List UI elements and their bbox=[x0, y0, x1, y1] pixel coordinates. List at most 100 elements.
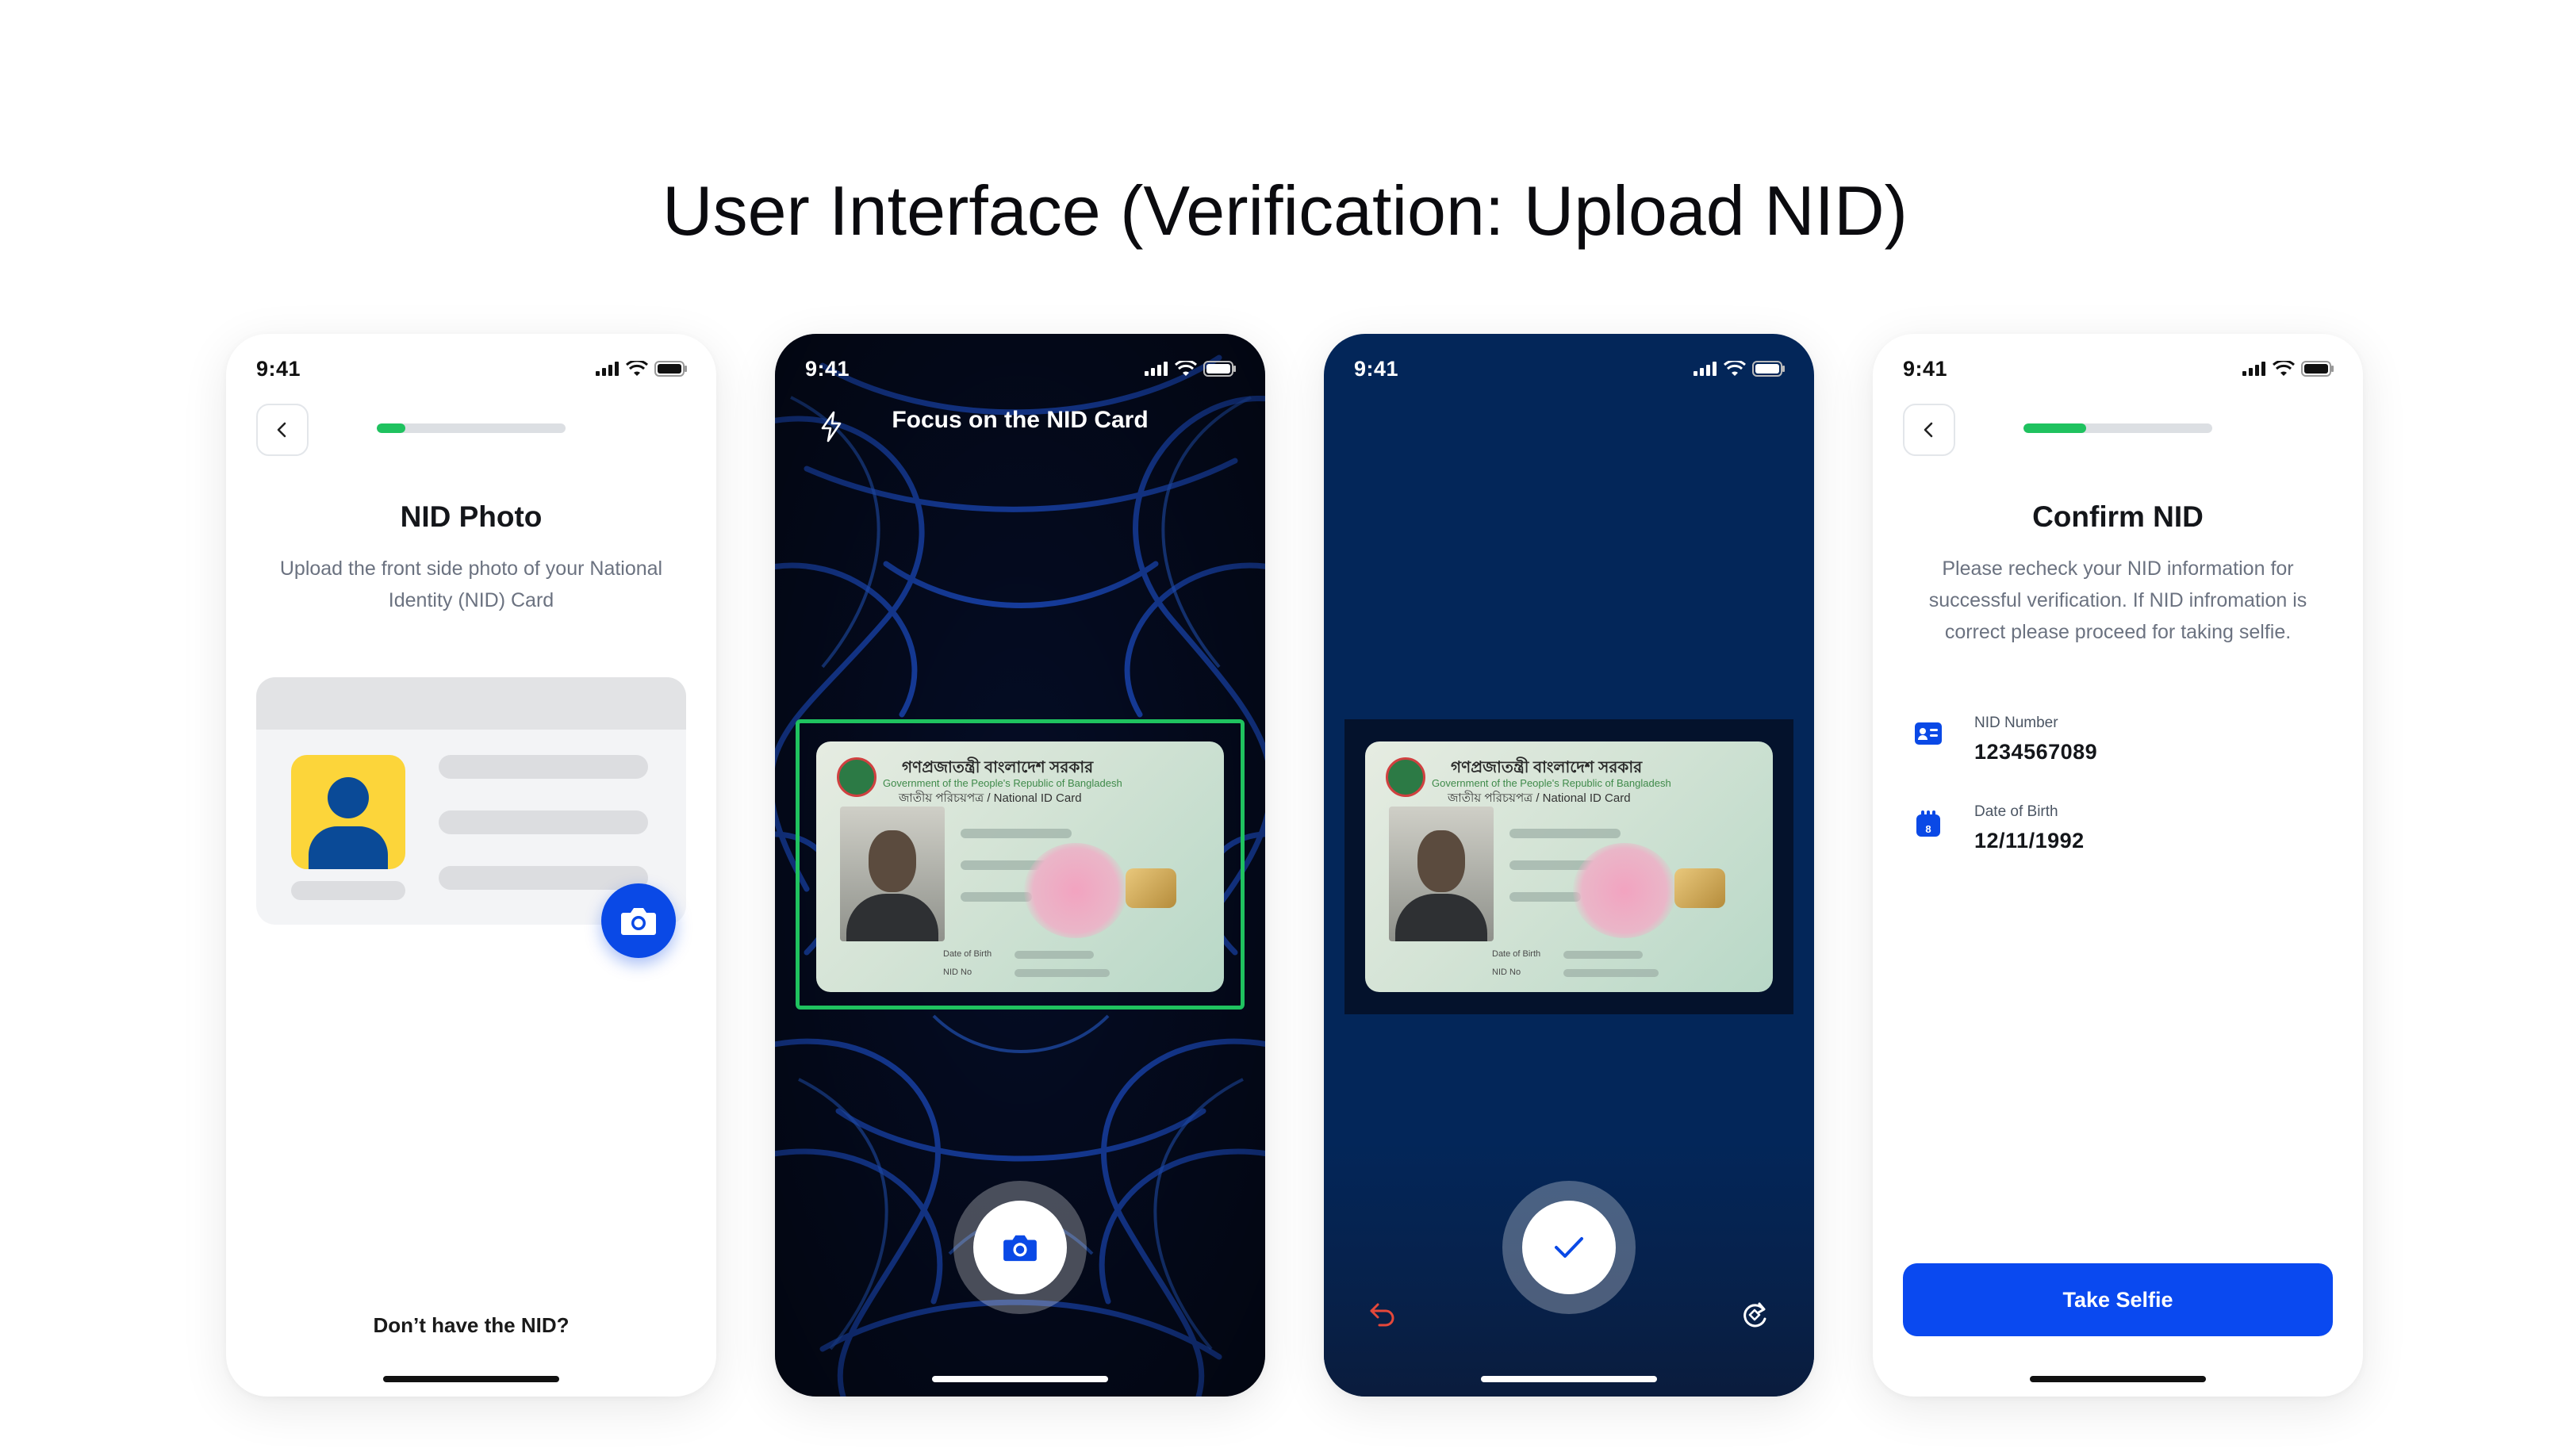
battery-icon bbox=[654, 361, 687, 377]
id-card-icon bbox=[1915, 722, 1942, 745]
nid-number-block: NID Number 1234567089 bbox=[1974, 715, 2097, 764]
seal-icon bbox=[1386, 757, 1425, 797]
confirm-button[interactable] bbox=[1502, 1181, 1636, 1314]
battery-icon bbox=[1752, 361, 1785, 377]
wifi-icon bbox=[626, 361, 648, 376]
dob-label: Date of Birth bbox=[943, 949, 992, 959]
signal-icon bbox=[2242, 362, 2265, 376]
battery-icon bbox=[2301, 361, 2334, 377]
nid-no-label: NID No bbox=[943, 967, 972, 977]
face-shape bbox=[869, 830, 916, 892]
watermark bbox=[1573, 843, 1676, 938]
nid-photo bbox=[840, 807, 945, 941]
nid-number-value: 1234567089 bbox=[1974, 740, 2098, 764]
dob-row: 8 Date of Birth 12/11/1992 bbox=[1914, 803, 2331, 853]
no-nid-link[interactable]: Don’t have the NID? bbox=[226, 1313, 716, 1338]
status-bar: 9:41 bbox=[256, 353, 688, 385]
status-icons bbox=[596, 361, 688, 377]
rotate-icon[interactable] bbox=[1740, 1300, 1770, 1330]
home-indicator bbox=[2030, 1376, 2206, 1382]
wifi-icon bbox=[1175, 361, 1197, 376]
check-icon bbox=[1555, 1237, 1583, 1258]
blurred-text bbox=[961, 892, 1032, 902]
calendar-icon: 8 bbox=[1916, 810, 1940, 837]
home-indicator bbox=[383, 1376, 559, 1382]
progress-bar bbox=[377, 423, 566, 433]
phone-screen-confirm-nid: 9:41 Confirm NID Please recheck your NID… bbox=[1873, 334, 2363, 1397]
dob-block: Date of Birth 12/11/1992 bbox=[1974, 803, 2085, 853]
progress-fill bbox=[377, 423, 405, 433]
upload-photo-button[interactable] bbox=[601, 883, 676, 958]
blurred-text bbox=[1015, 969, 1110, 977]
chip-icon bbox=[1674, 868, 1725, 908]
status-bar: 9:41 bbox=[1903, 353, 2334, 385]
back-button[interactable] bbox=[1903, 404, 1955, 456]
nid-no-label: NID No bbox=[1492, 967, 1521, 977]
progress-fill bbox=[2023, 423, 2086, 433]
camera-icon bbox=[1003, 1235, 1037, 1262]
card-header-placeholder bbox=[256, 677, 686, 730]
signal-icon bbox=[1145, 362, 1168, 376]
home-indicator bbox=[1481, 1376, 1657, 1382]
dob-value: 12/11/1992 bbox=[1974, 829, 2085, 853]
chevron-left-icon bbox=[277, 422, 286, 438]
signal-icon bbox=[1694, 362, 1717, 376]
status-icons bbox=[1145, 361, 1237, 377]
dob-label: Date of Birth bbox=[1492, 949, 1541, 959]
shoulder-shape bbox=[1395, 894, 1487, 941]
capture-button[interactable] bbox=[953, 1181, 1087, 1314]
progress-bar bbox=[2023, 423, 2212, 433]
home-indicator bbox=[932, 1376, 1108, 1382]
status-time: 9:41 bbox=[1903, 356, 1948, 381]
chip-icon bbox=[1126, 868, 1176, 908]
screen-title: NID Photo bbox=[400, 500, 543, 533]
status-time: 9:41 bbox=[1354, 356, 1399, 381]
nid-photo bbox=[1389, 807, 1494, 941]
take-selfie-button[interactable]: Take Selfie bbox=[1903, 1263, 2333, 1336]
nid-number-label: NID Number bbox=[1974, 715, 2058, 731]
status-icons bbox=[2242, 361, 2334, 377]
status-time: 9:41 bbox=[256, 356, 301, 381]
capture-button-inner bbox=[973, 1201, 1067, 1294]
avatar-body-shape bbox=[309, 826, 388, 869]
page-title: User Interface (Verification: Upload NID… bbox=[662, 171, 1908, 250]
placeholder-line bbox=[439, 866, 648, 890]
placeholder-line bbox=[439, 810, 648, 834]
camera-instruction: Focus on the NID Card bbox=[892, 407, 1149, 433]
status-time: 9:41 bbox=[805, 356, 850, 381]
phone-screen-nid-photo: 9:41 NID Photo Upload the front side pho… bbox=[226, 334, 716, 1397]
nid-number-row: NID Number 1234567089 bbox=[1914, 715, 2331, 764]
back-button[interactable] bbox=[256, 404, 309, 456]
signal-icon bbox=[596, 362, 619, 376]
blurred-text bbox=[1563, 951, 1643, 959]
avatar bbox=[291, 755, 405, 869]
blurred-text bbox=[1015, 951, 1094, 959]
watermark bbox=[1024, 843, 1127, 938]
confirm-button-inner bbox=[1522, 1201, 1616, 1294]
camera-icon bbox=[621, 908, 656, 935]
status-bar: 9:41 bbox=[805, 353, 1237, 385]
battery-icon bbox=[1203, 361, 1236, 377]
blurred-text bbox=[1509, 892, 1581, 902]
chevron-left-icon bbox=[1924, 422, 1933, 438]
dob-label: Date of Birth bbox=[1974, 803, 2058, 820]
nid-card-subtitle: Government of the People's Republic of B… bbox=[1432, 777, 1671, 789]
seal-icon bbox=[837, 757, 876, 797]
avatar-head-shape bbox=[328, 777, 369, 818]
status-icons bbox=[1694, 361, 1786, 377]
wifi-icon bbox=[2273, 361, 2295, 376]
phone-screen-camera: 9:41 Focus on the NID Card গণপ্রজাতন্ত্র… bbox=[775, 334, 1265, 1397]
screen-subtitle: Please recheck your NID information for … bbox=[1928, 557, 2307, 643]
screen-subtitle: Upload the front side photo of your Nati… bbox=[279, 557, 663, 611]
blurred-text bbox=[1509, 829, 1621, 838]
wifi-icon bbox=[1724, 361, 1746, 376]
blurred-text bbox=[1563, 969, 1659, 977]
placeholder-line bbox=[439, 755, 648, 779]
status-bar: 9:41 bbox=[1354, 353, 1786, 385]
shoulder-shape bbox=[846, 894, 938, 941]
placeholder-line bbox=[291, 881, 405, 900]
nid-card-subtitle: Government of the People's Republic of B… bbox=[883, 777, 1122, 789]
blurred-text bbox=[961, 829, 1072, 838]
nid-card-image: গণপ্রজাতন্ত্রী বাংলাদেশ সরকার Government… bbox=[1365, 741, 1773, 992]
undo-icon[interactable] bbox=[1368, 1301, 1397, 1327]
